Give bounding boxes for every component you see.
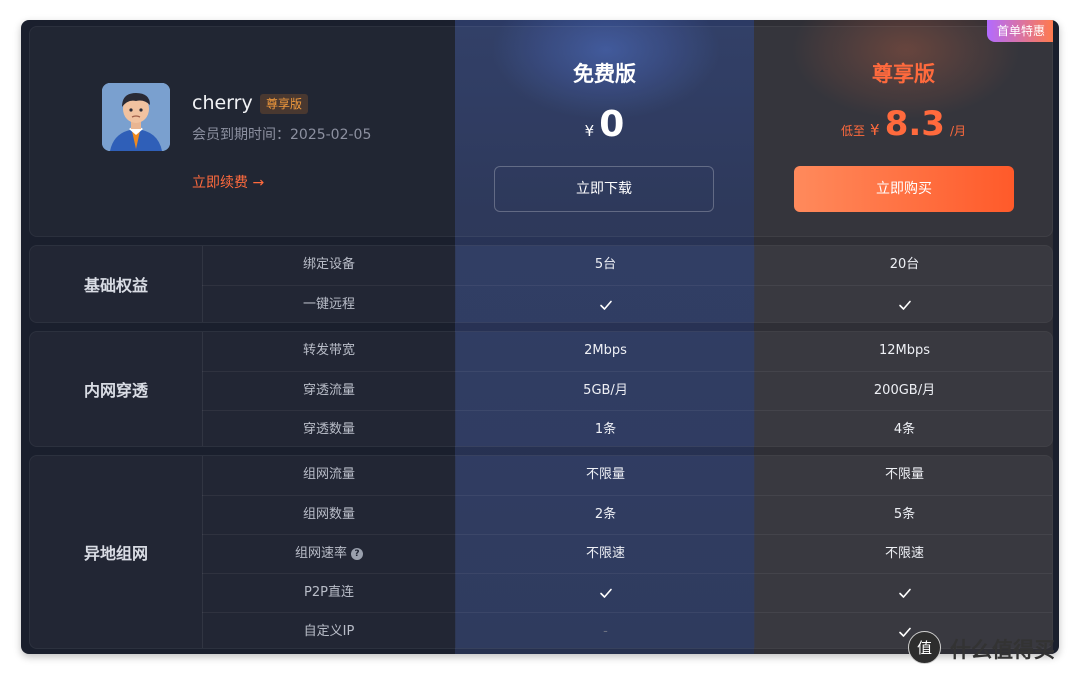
feature-cell: 自定义IP bbox=[202, 613, 456, 648]
section-intranet-penetration: 内网穿透 转发带宽 2Mbps 12Mbps 穿透流量 5GB/月 200GB/月穿透数量 1… bbox=[29, 331, 1053, 447]
feature-cell: P2P直连 bbox=[202, 574, 456, 612]
first-order-promo-tag: 首单特惠 bbox=[986, 20, 1053, 42]
table-row: 穿透数量 1条 4条 bbox=[202, 410, 1052, 446]
watermark-logo-icon: 值 bbox=[908, 631, 941, 664]
feature-cell: 一键远程 bbox=[202, 286, 456, 322]
pro-plan-cell: 4条 bbox=[755, 411, 1052, 446]
free-plan-cell: 5GB/月 bbox=[456, 372, 755, 410]
feature-label: 组网流量 bbox=[302, 467, 355, 482]
free-plan-cell: - bbox=[456, 613, 755, 648]
pro-plan-cell: 20台 bbox=[755, 246, 1052, 284]
free-plan-cell: 2条 bbox=[456, 496, 755, 534]
table-row: 绑定设备 5台 20台 bbox=[202, 246, 1052, 284]
feature-cell: 组网速率? bbox=[202, 535, 456, 573]
pro-plan-title: 尊享版 bbox=[872, 62, 935, 86]
feature-label: 穿透数量 bbox=[302, 422, 355, 437]
table-row: P2P直连 bbox=[202, 573, 1052, 612]
check-icon bbox=[898, 585, 912, 600]
table-row: 一键远程 bbox=[202, 285, 1052, 322]
pro-value: 4条 bbox=[893, 422, 916, 437]
pro-plan-cell: 不限速 bbox=[755, 535, 1052, 573]
free-plan-price: ¥ 0 bbox=[455, 104, 754, 145]
price-unit: /月 bbox=[950, 124, 967, 138]
category-label: 基础权益 bbox=[83, 276, 148, 295]
free-plan-cell: 不限量 bbox=[456, 456, 755, 494]
feature-label: 组网速率 bbox=[294, 546, 347, 561]
table-row: 组网数量 2条 5条 bbox=[202, 495, 1052, 534]
pro-plan-cell: 不限量 bbox=[755, 456, 1052, 494]
free-value: - bbox=[603, 624, 608, 639]
section-basic-benefits: 基础权益 绑定设备 5台 20台一键远程 bbox=[29, 245, 1053, 323]
pro-plan-price: 低至 ¥ 8.3 /月 bbox=[754, 104, 1053, 144]
pro-plan-cell: 12Mbps bbox=[755, 332, 1052, 370]
watermark-text: 什么值得买 bbox=[950, 638, 1055, 662]
free-value: 不限速 bbox=[585, 546, 625, 561]
free-value: 2条 bbox=[594, 507, 617, 522]
free-value: 5台 bbox=[594, 257, 617, 272]
pro-value: 12Mbps bbox=[878, 343, 931, 358]
free-price-value: 0 bbox=[599, 104, 625, 145]
site-watermark: 值 什么值得买 bbox=[908, 631, 1058, 665]
free-plan-cell: 2Mbps bbox=[456, 332, 755, 370]
pro-plan-cell bbox=[755, 574, 1052, 612]
feature-cell: 转发带宽 bbox=[202, 332, 456, 370]
pro-value: 5条 bbox=[893, 507, 916, 522]
feature-cell: 穿透流量 bbox=[202, 372, 456, 410]
check-icon bbox=[898, 297, 912, 312]
pro-plan-cell: 200GB/月 bbox=[755, 372, 1052, 410]
username: cherry bbox=[192, 92, 253, 114]
feature-label: 一键远程 bbox=[302, 297, 355, 312]
table-row: 转发带宽 2Mbps 12Mbps bbox=[202, 332, 1052, 370]
category-label: 内网穿透 bbox=[83, 381, 148, 400]
free-plan-cell: 不限速 bbox=[456, 535, 755, 573]
help-icon[interactable]: ? bbox=[351, 547, 363, 560]
pro-price-value: 8.3 bbox=[884, 104, 945, 144]
check-icon bbox=[599, 297, 613, 312]
user-avatar bbox=[102, 83, 170, 151]
pro-plan-cell bbox=[755, 286, 1052, 322]
renew-link[interactable]: 立即续费 → bbox=[192, 172, 264, 192]
free-value: 不限量 bbox=[585, 467, 625, 482]
table-row: 组网流量 不限量 不限量 bbox=[202, 456, 1052, 494]
feature-label: 转发带宽 bbox=[302, 343, 355, 358]
feature-label: 穿透流量 bbox=[302, 383, 355, 398]
free-plan-cell: 1条 bbox=[456, 411, 755, 446]
free-plan-cell bbox=[456, 286, 755, 322]
feature-label: P2P直连 bbox=[304, 585, 354, 600]
feature-cell: 组网流量 bbox=[202, 456, 456, 494]
pricing-panel: cherry 尊享版 会员到期时间：2025-02-05 立即续费 → 免费版 … bbox=[21, 20, 1059, 654]
pro-value: 不限速 bbox=[884, 546, 924, 561]
free-plan-cell: 5台 bbox=[456, 246, 755, 284]
feature-cell: 组网数量 bbox=[202, 496, 456, 534]
table-row: 组网速率? 不限速 不限速 bbox=[202, 534, 1052, 573]
currency-symbol: ¥ bbox=[870, 121, 880, 139]
download-button[interactable]: 立即下载 bbox=[494, 166, 714, 212]
feature-cell: 穿透数量 bbox=[202, 411, 456, 446]
free-plan-cell bbox=[456, 574, 755, 612]
price-prefix: 低至 bbox=[840, 124, 865, 138]
feature-label: 组网数量 bbox=[302, 507, 355, 522]
section-remote-networking: 异地组网 组网流量 不限量 不限量组网数量 2条 5条组网速率? 不限速 不限速 P2P直连自定… bbox=[29, 455, 1053, 649]
membership-expiry: 会员到期时间：2025-02-05 bbox=[192, 127, 372, 143]
pro-value: 不限量 bbox=[884, 467, 924, 482]
feature-cell: 绑定设备 bbox=[202, 246, 456, 284]
table-row: 穿透流量 5GB/月 200GB/月 bbox=[202, 371, 1052, 410]
pro-value: 20台 bbox=[889, 257, 920, 272]
free-value: 1条 bbox=[594, 422, 617, 437]
free-value: 5GB/月 bbox=[583, 383, 628, 398]
free-value: 2Mbps bbox=[584, 343, 627, 358]
svg-text:值: 值 bbox=[917, 639, 932, 657]
category-label: 异地组网 bbox=[83, 544, 148, 563]
check-icon bbox=[599, 585, 613, 600]
currency-symbol: ¥ bbox=[584, 122, 595, 140]
feature-label: 绑定设备 bbox=[302, 257, 355, 272]
free-plan-title: 免费版 bbox=[573, 62, 636, 86]
member-tier-badge: 尊享版 bbox=[260, 94, 309, 114]
pro-value: 200GB/月 bbox=[873, 383, 936, 398]
feature-label: 自定义IP bbox=[303, 624, 355, 639]
buy-button[interactable]: 立即购买 bbox=[794, 166, 1014, 212]
pro-plan-cell: 5条 bbox=[755, 496, 1052, 534]
